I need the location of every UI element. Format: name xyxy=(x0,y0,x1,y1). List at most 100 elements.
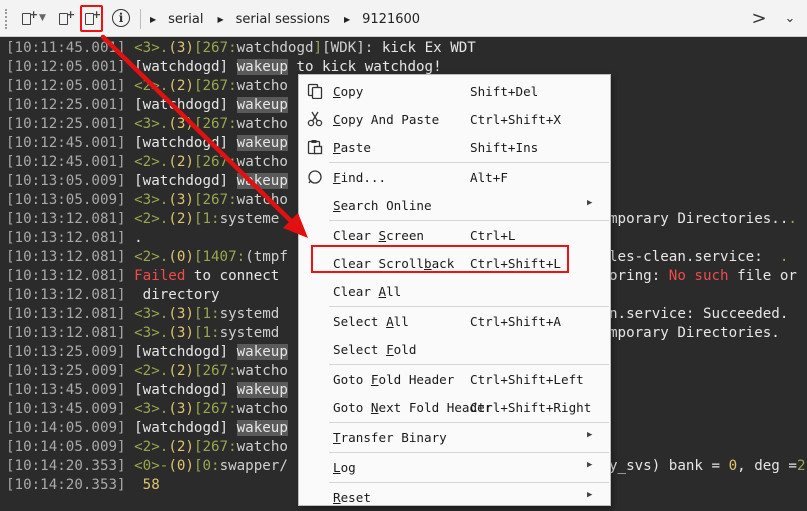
menu-item-label: Select All xyxy=(333,314,409,329)
terminal-line: [10:13:12.081] <3>.(3)[1:systemd xyxy=(6,305,279,324)
terminal-line: [10:12:05.001] <2>.(2)[267:watcho xyxy=(6,77,288,96)
timestamp: [10:12:45.001] xyxy=(6,135,126,151)
new-tab-button[interactable]: + xyxy=(57,6,75,30)
new-session-button[interactable]: + ▼ xyxy=(16,6,52,30)
menu-item-label: Copy xyxy=(333,84,364,99)
menu-item-select-all[interactable]: Select All Ctrl+Shift+A xyxy=(299,307,610,335)
terminal-line: [10:14:05.009] [watchdogd] wakeup xyxy=(6,419,288,438)
menu-item-copy[interactable]: Copy Shift+Del xyxy=(299,77,610,105)
terminal-line: [10:12:25.001] [watchdogd] wakeup xyxy=(6,96,288,115)
terminal-text: systemd xyxy=(219,325,280,341)
timestamp: [10:12:25.001] xyxy=(6,97,126,113)
terminal-text: <3>. xyxy=(134,325,169,341)
timestamp: [10:12:05.001] xyxy=(6,78,126,94)
terminal-text: [watchdogd] xyxy=(134,420,237,436)
breadcrumb-separator-icon: ▶ xyxy=(217,14,224,24)
menu-item-search-online[interactable]: Search Online ▶ xyxy=(299,191,610,219)
menu-item-transfer-binary[interactable]: Transfer Binary ▶ xyxy=(299,423,610,451)
terminal-text: [1: xyxy=(193,211,220,227)
timestamp: [10:13:25.009] xyxy=(6,363,126,379)
terminal-line: [10:13:05.009] <3>.(3)[267:watcho xyxy=(6,191,288,210)
terminal-text: [1407: xyxy=(193,249,246,265)
menu-item-paste[interactable]: Paste Shift+Ins xyxy=(299,133,610,161)
breadcrumb-item[interactable]: 9121600 xyxy=(362,12,420,27)
menu-item-shortcut: Shift+Ins xyxy=(470,140,539,155)
terminal-text: [267: xyxy=(193,439,237,455)
terminal-line: [10:12:45.001] <2>.(2)[267:watcho xyxy=(6,153,288,172)
selected-text: wakeup xyxy=(236,173,288,189)
timestamp: [10:13:05.009] xyxy=(6,192,126,208)
menu-item-label: Log xyxy=(333,460,356,475)
terminal-line: [10:14:20.353] <0>-(0)[0:swapper/ xyxy=(6,457,288,476)
terminal-text: <2>. xyxy=(134,363,169,379)
timestamp: [10:14:05.009] xyxy=(6,420,126,436)
terminal-text: (tmpf xyxy=(245,249,288,265)
terminal-text: [watchdogd] xyxy=(134,97,237,113)
menu-item-reset[interactable]: Reset ▶ xyxy=(299,483,610,511)
menu-item-log[interactable]: Log ▶ xyxy=(299,453,610,481)
terminal-text: (3) xyxy=(168,306,194,322)
menu-item-label: Clear Screen xyxy=(333,228,425,243)
menu-item-label: Reset xyxy=(333,490,371,505)
terminal-text: mporary Directories.. xyxy=(609,211,789,227)
menu-item-shortcut: Ctrl+Shift+Right xyxy=(470,400,592,415)
terminal-text: [1: xyxy=(193,325,220,341)
toolbar-grip[interactable] xyxy=(5,9,10,29)
info-button[interactable]: i xyxy=(110,6,132,30)
terminal-text: [watchdogd] xyxy=(134,173,237,189)
terminal-text: watcho xyxy=(236,401,288,417)
menu-item-clear-all[interactable]: Clear All xyxy=(299,277,610,305)
terminal-text: <2>. xyxy=(134,249,169,265)
timestamp: [10:14:20.353] xyxy=(6,458,126,474)
terminal-text: <0>- xyxy=(134,458,169,474)
chevron-right-icon[interactable]: > xyxy=(748,6,770,30)
terminal-text: . xyxy=(788,211,797,227)
toolbar-highlight-box xyxy=(80,5,103,32)
submenu-arrow-icon: ▶ xyxy=(587,198,593,208)
menu-item-goto-fold-header[interactable]: Goto Fold Header Ctrl+Shift+Left xyxy=(299,365,610,393)
menu-item-shortcut: Alt+F xyxy=(470,170,508,185)
terminal-text: (3) xyxy=(168,401,194,417)
menu-item-label: Goto Next Fold Header xyxy=(333,400,493,415)
terminal-text: . xyxy=(779,249,789,265)
terminal-text: [267: xyxy=(193,154,237,170)
menu-item-label: Clear All xyxy=(333,284,402,299)
selected-text: wakeup xyxy=(236,420,288,436)
chevron-down-icon[interactable]: ▼ xyxy=(39,13,46,23)
breadcrumb: ▶ serial ▶ serial sessions ▶ 9121600 xyxy=(150,10,434,28)
terminal-text: (3) xyxy=(168,116,194,132)
menu-item-find[interactable]: Find... Alt+F xyxy=(299,163,610,191)
selected-text: wakeup xyxy=(236,344,288,360)
selected-text: wakeup xyxy=(236,97,288,113)
terminal-text: y_svs) bank = xyxy=(609,458,729,474)
breadcrumb-item[interactable]: serial xyxy=(168,12,203,27)
terminal-text: (2) xyxy=(168,154,194,170)
menu-item-select-fold[interactable]: Select Fold xyxy=(299,335,610,363)
timestamp: [10:14:20.353] xyxy=(6,477,126,493)
submenu-arrow-icon: ▶ xyxy=(587,490,593,500)
new-tab-icon: + xyxy=(59,8,75,26)
new-tab-icon: + xyxy=(22,8,38,26)
breadcrumb-separator-icon: ▶ xyxy=(150,14,157,24)
terminal-line: [10:12:45.001] [watchdogd] wakeup xyxy=(6,134,288,153)
menu-item-goto-next-fold-header[interactable]: Goto Next Fold Header Ctrl+Shift+Right xyxy=(299,393,610,421)
terminal-text: watcho xyxy=(236,439,288,455)
timestamp: [10:12:25.001] xyxy=(6,116,126,132)
terminal-text: ] xyxy=(313,40,323,56)
terminal-text: to connect xyxy=(185,268,280,284)
menu-item-shortcut: Ctrl+Shift+X xyxy=(470,112,561,127)
terminal-text: (2) xyxy=(168,211,194,227)
menu-item-copy-and-paste[interactable]: Copy And Paste Ctrl+Shift+X xyxy=(299,105,610,133)
breadcrumb-item[interactable]: serial sessions xyxy=(236,12,330,27)
clear-scrollback-highlight-box xyxy=(311,245,569,273)
terminal-line: [10:13:45.009] [watchdogd] wakeup xyxy=(6,381,288,400)
timestamp: [10:12:05.001] xyxy=(6,59,126,75)
terminal-text: watcho xyxy=(236,154,288,170)
terminal-line: [10:13:12.081] Failed to connect xyxy=(6,267,279,286)
terminal-text: <3>. xyxy=(134,116,169,132)
terminal-text: [267: xyxy=(193,192,237,208)
terminal-text: kick Ex WDT xyxy=(381,40,476,56)
terminal-text: (2) xyxy=(168,439,194,455)
chevron-down-icon[interactable]: ⌄ xyxy=(779,6,801,30)
timestamp: [10:13:12.081] xyxy=(6,249,126,265)
